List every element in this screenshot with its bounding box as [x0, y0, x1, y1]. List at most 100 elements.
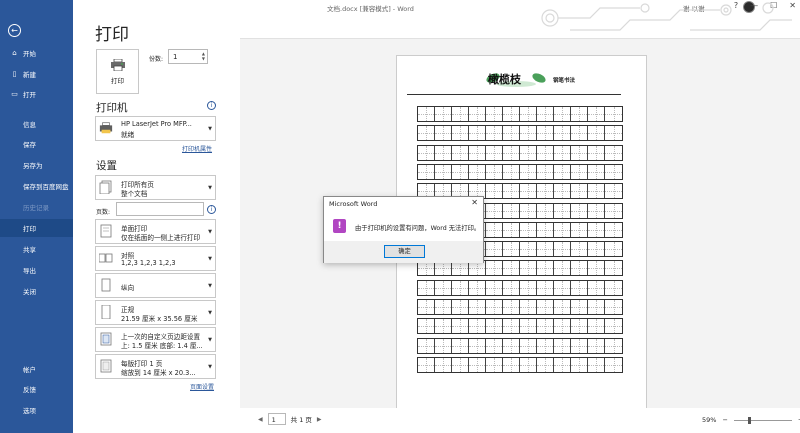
grid-cell — [435, 357, 452, 372]
grid-cell — [486, 338, 503, 353]
grid-cell — [571, 203, 588, 218]
grid-cell — [605, 107, 622, 121]
grid-cell — [554, 338, 571, 353]
sidebar-item-export[interactable]: 导出 — [0, 261, 73, 279]
grid-cell — [486, 280, 503, 295]
grid-cell — [418, 126, 435, 141]
chevron-down-icon: ▼ — [208, 363, 212, 370]
copies-stepper[interactable]: 1 ▲ ▼ — [168, 49, 208, 64]
spin-arrows-icon[interactable]: ▲ ▼ — [202, 51, 205, 61]
grid-cell — [486, 222, 503, 237]
grid-cell — [486, 357, 503, 372]
grid-cell — [520, 357, 537, 372]
grid-cell — [537, 261, 554, 276]
ok-button[interactable]: 确定 — [384, 245, 425, 258]
grid-cell — [503, 261, 520, 276]
margins-select[interactable]: 上一次的自定义页边距设置 上: 1.5 厘米 底部: 1.4 厘... ▼ — [95, 327, 216, 352]
sidebar-item-info[interactable]: 信息 — [0, 115, 73, 133]
grid-cell — [435, 145, 452, 160]
zoom-control: 59% − + ⊡ — [702, 416, 800, 424]
grid-cell — [503, 242, 520, 257]
sidebar-item-new[interactable]: ▯ 新建 — [0, 65, 73, 83]
sidebar-item-close[interactable]: 关闭 — [0, 282, 73, 300]
grid-cell — [520, 126, 537, 141]
grid-cell — [571, 319, 588, 334]
grid-cell — [520, 319, 537, 334]
dropdown-line1: 纵向 — [121, 284, 135, 292]
grid-cell — [554, 126, 571, 141]
grid-cell — [520, 280, 537, 295]
grid-cell — [588, 280, 605, 295]
grid-cell — [469, 107, 486, 121]
grid-cell — [605, 357, 622, 372]
dialog-title: Microsoft Word — [329, 200, 378, 208]
sidebar-item-save-as[interactable]: 另存为 — [0, 156, 73, 174]
collate-icon — [99, 253, 113, 263]
grid-cell — [452, 357, 469, 372]
sidebar-item-save[interactable]: 保存 — [0, 135, 73, 153]
printer-properties-link[interactable]: 打印机属性 — [182, 144, 212, 153]
grid-cell — [537, 107, 554, 121]
grid-cell — [418, 280, 435, 295]
sidebar-item-options[interactable]: 选项 — [0, 401, 73, 419]
grid-cell — [503, 300, 520, 314]
zoom-slider-thumb[interactable] — [747, 416, 751, 424]
grid-cell — [503, 203, 520, 218]
paper-size-icon — [101, 305, 111, 319]
print-button[interactable]: 打印 — [96, 49, 139, 94]
sidebar-item-share[interactable]: 共享 — [0, 240, 73, 258]
page-number-input[interactable]: 1 — [267, 413, 286, 425]
back-arrow-icon[interactable]: ← — [8, 24, 21, 37]
close-icon[interactable]: ✕ — [471, 198, 478, 207]
grid-cell — [452, 300, 469, 314]
previous-page-icon[interactable]: ◀ — [258, 416, 263, 423]
sidebar-item-label: 导出 — [23, 267, 36, 275]
sidebar-item-account[interactable]: 帐户 — [0, 360, 73, 378]
sidebar-item-save-baidu[interactable]: 保存到百度网盘 — [0, 177, 73, 195]
chevron-down-icon: ▼ — [208, 309, 212, 316]
collate-select[interactable]: 对照 1,2,3 1,2,3 1,2,3 ▼ — [95, 246, 216, 271]
chevron-down-icon: ▼ — [208, 336, 212, 343]
grid-cell — [537, 184, 554, 199]
grid-row — [417, 163, 623, 180]
copies-label: 份数: — [149, 56, 164, 63]
sidebar-item-print[interactable]: 打印 — [0, 219, 73, 237]
page-setup-link[interactable]: 页面设置 — [190, 382, 214, 391]
zoom-slider[interactable] — [733, 416, 792, 424]
sidebar-item-open[interactable]: ▭ 打开 — [0, 85, 73, 103]
grid-cell — [588, 357, 605, 372]
grid-row — [417, 318, 623, 335]
info-icon[interactable]: i — [207, 101, 216, 110]
zoom-level[interactable]: 59% — [702, 416, 716, 424]
grid-cell — [537, 203, 554, 218]
sidebar-item-feedback[interactable]: 反馈 — [0, 380, 73, 398]
printer-heading: 打印机 — [96, 102, 128, 114]
grid-cell — [520, 164, 537, 179]
grid-cell — [605, 242, 622, 257]
sidebar-item-home[interactable]: ⌂ 开始 — [0, 44, 73, 62]
grid-cell — [605, 300, 622, 314]
grid-cell — [418, 319, 435, 334]
error-dialog: Microsoft Word ✕ ! 由于打印机的设置有问题，Word 无法打印… — [323, 196, 484, 263]
next-page-icon[interactable]: ▶ — [317, 416, 322, 423]
orientation-select[interactable]: 纵向 ▼ — [95, 273, 216, 298]
zoom-out-icon[interactable]: − — [722, 416, 727, 424]
printer-select[interactable]: HP LaserJet Pro MFP... 就绪 ▼ — [95, 116, 216, 141]
grid-cell — [520, 242, 537, 257]
sidebar-item-label: 新建 — [23, 71, 36, 79]
pages-per-sheet-select[interactable]: 每版打印 1 页 缩放到 14 厘米 x 20.3... ▼ — [95, 354, 216, 379]
pages-input[interactable] — [116, 202, 204, 216]
grid-cell — [554, 242, 571, 257]
grid-cell — [571, 300, 588, 314]
print-range-select[interactable]: 打印所有页 整个文档 ▼ — [95, 175, 216, 200]
exclamation-icon: ! — [333, 219, 346, 233]
paper-size-select[interactable]: 正规 21.59 厘米 x 35.56 厘米 ▼ — [95, 300, 216, 325]
grid-cell — [537, 280, 554, 295]
sidebar-item-label: 保存到百度网盘 — [23, 183, 69, 191]
duplex-select[interactable]: 单面打印 仅在纸面的一侧上进行打印 ▼ — [95, 219, 216, 244]
grid-cell — [418, 107, 435, 121]
sidebar-item-history: 历史记录 — [0, 198, 73, 216]
grid-cell — [503, 222, 520, 237]
info-icon[interactable]: i — [207, 205, 216, 214]
dropdown-line2: 上: 1.5 厘米 底部: 1.4 厘... — [121, 342, 203, 350]
